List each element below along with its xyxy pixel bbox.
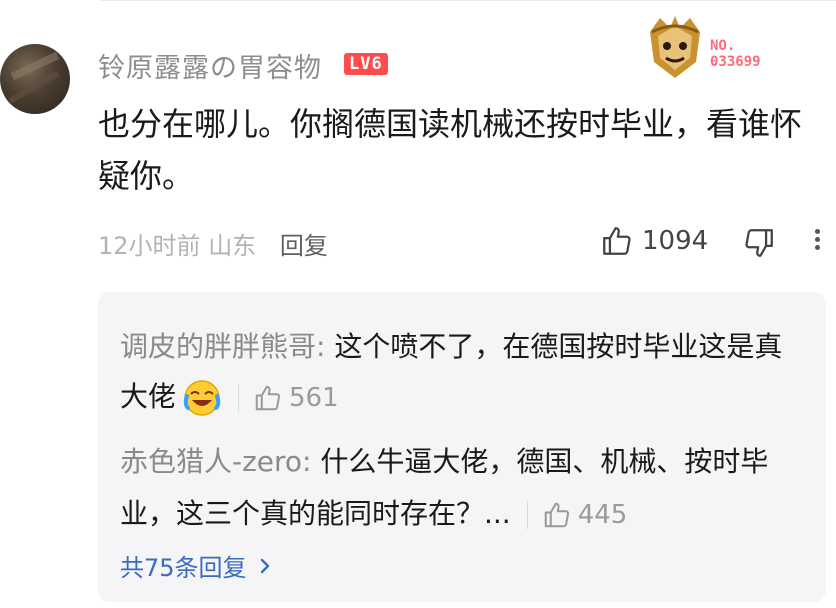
- reply-like-count: 445: [577, 500, 628, 530]
- more-dot-icon: [814, 229, 820, 234]
- monkey-king-badge-icon: [650, 16, 700, 78]
- replies-panel: 调皮的胖胖熊哥: 这个喷不了，在德国按时毕业这是真大佬 561 赤色猎人-zer…: [98, 292, 826, 602]
- more-options-button[interactable]: [812, 226, 822, 256]
- laughing-crying-emoji-icon: [183, 380, 221, 416]
- reply-username[interactable]: 赤色猎人-zero:: [120, 445, 312, 478]
- thumbs-up-icon: [255, 385, 281, 411]
- thumbs-up-icon: [603, 227, 631, 255]
- reply-item[interactable]: 赤色猎人-zero: 什么牛逼大佬，德国、机械、按时毕业，这三个真的能同时存在？…: [120, 436, 810, 541]
- divider: [526, 501, 528, 529]
- reply-item[interactable]: 调皮的胖胖熊哥: 这个喷不了，在德国按时毕业这是真大佬 561: [120, 322, 810, 423]
- reply-like-count: 561: [289, 383, 339, 413]
- top-divider: [100, 0, 836, 1]
- badge-number: NO. 033699: [710, 38, 761, 70]
- comment-meta: 12小时前 山东 回复: [98, 226, 328, 261]
- reply-like-button[interactable]: 445: [542, 489, 628, 541]
- thumbs-up-icon: [544, 502, 569, 528]
- more-dot-icon: [814, 237, 820, 242]
- like-button[interactable]: 1094: [600, 224, 708, 258]
- avatar[interactable]: [0, 44, 70, 114]
- comment-content: 也分在哪儿。你搁德国读机械还按时毕业，看谁怀疑你。: [98, 105, 803, 195]
- total-replies-label: 共75条回复: [120, 554, 247, 582]
- more-dot-icon: [814, 245, 820, 250]
- chevron-right-icon: [260, 558, 269, 573]
- divider: [238, 384, 240, 412]
- like-count: 1094: [642, 226, 709, 256]
- comment-time: 12小时前: [98, 232, 201, 260]
- reply-like-button[interactable]: 561: [253, 373, 339, 423]
- comment-location: 山东: [208, 232, 257, 260]
- comment-username[interactable]: 铃原露露の胃容物: [98, 46, 322, 85]
- view-all-replies-link[interactable]: 共75条回复: [120, 548, 273, 583]
- reply-username[interactable]: 调皮的胖胖熊哥:: [120, 330, 325, 363]
- reply-button[interactable]: 回复: [280, 232, 328, 260]
- level-badge: LV6: [344, 53, 388, 75]
- thumbs-down-icon[interactable]: [742, 226, 776, 260]
